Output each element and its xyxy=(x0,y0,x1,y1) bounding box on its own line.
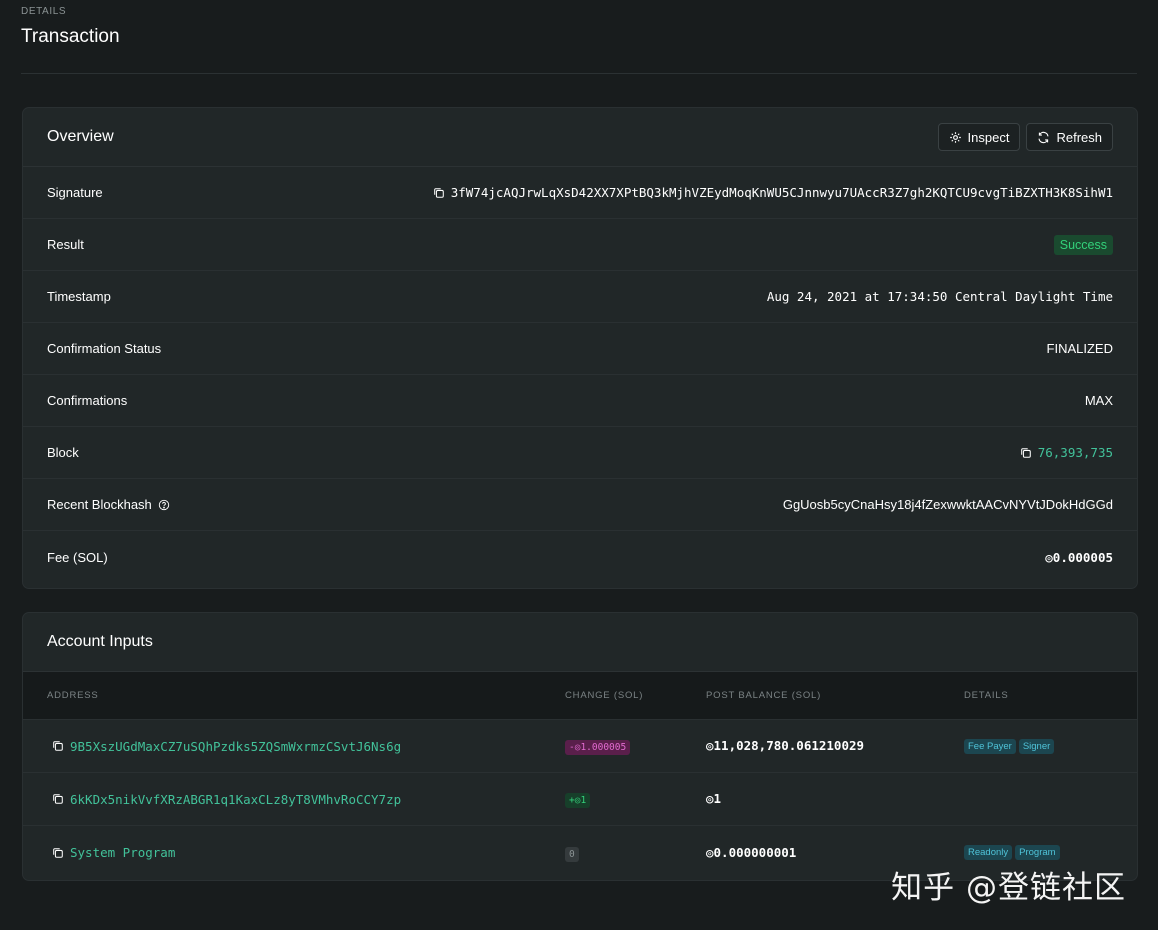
account-address-link[interactable]: 6kKDx5nikVvfXRzABGR1q1KaxCLz8yT8VMhvRoCC… xyxy=(70,792,401,807)
account-inputs-title: Account Inputs xyxy=(47,633,153,650)
fee-row: Fee (SOL) ◎0.000005 xyxy=(23,531,1137,583)
signature-label: Signature xyxy=(47,185,103,200)
copy-icon[interactable] xyxy=(1020,447,1032,459)
block-link[interactable]: 76,393,735 xyxy=(1038,445,1113,460)
fee-payer-tag: Fee Payer xyxy=(964,738,1016,754)
confirmations-value: MAX xyxy=(1084,393,1113,408)
refresh-button-label: Refresh xyxy=(1056,129,1102,145)
result-label: Result xyxy=(47,237,84,252)
gear-icon xyxy=(949,131,961,143)
recent-blockhash-value: GgUosb5cyCnaHsy18j4fZexwwktAACvNYVtJDokH… xyxy=(782,497,1113,512)
fee-value: ◎0.000005 xyxy=(1045,549,1113,565)
post-balance-value: ◎11,028,780.061210029 xyxy=(706,738,865,753)
table-row: 6kKDx5nikVvfXRzABGR1q1KaxCLz8yT8VMhvRoCC… xyxy=(23,773,1137,826)
page-pretitle: DETAILS xyxy=(21,6,67,17)
overview-card: Overview Inspect Refresh Signature 3fW74… xyxy=(22,107,1138,589)
account-inputs-header: Account Inputs xyxy=(23,613,1137,672)
confirmation-status-label: Confirmation Status xyxy=(47,341,162,356)
result-row: Result Success xyxy=(23,219,1137,271)
column-header-post-balance: POST BALANCE (SOL) xyxy=(706,690,822,701)
balance-change-badge: -◎1.000005 xyxy=(565,740,631,755)
column-header-details: DETAILS xyxy=(964,690,1009,701)
signer-tag: Signer xyxy=(1018,738,1055,754)
fee-label: Fee (SOL) xyxy=(47,549,108,565)
copy-icon[interactable] xyxy=(433,187,445,199)
confirmation-status-value: FINALIZED xyxy=(1046,341,1113,356)
refresh-icon xyxy=(1038,131,1050,143)
status-badge: Success xyxy=(1053,234,1113,255)
signature-row: Signature 3fW74jcAQJrwLqXsD42XX7XPtBQ3kM… xyxy=(23,167,1137,219)
timestamp-label: Timestamp xyxy=(47,289,111,304)
signature-value: 3fW74jcAQJrwLqXsD42XX7XPtBQ3kMjhVZEydMoq… xyxy=(450,185,1113,200)
copy-icon[interactable] xyxy=(52,847,64,859)
balance-change-badge: 0 xyxy=(565,846,579,862)
header-divider xyxy=(21,73,1137,74)
post-balance-value: ◎0.000000001 xyxy=(706,844,797,860)
balance-change-badge: +◎1 xyxy=(565,793,591,808)
overview-actions: Inspect Refresh xyxy=(937,123,1113,151)
recent-blockhash-label: Recent Blockhash xyxy=(47,497,152,512)
account-inputs-table-header: ADDRESS CHANGE (SOL) POST BALANCE (SOL) … xyxy=(23,672,1137,720)
overview-header: Overview Inspect Refresh xyxy=(23,108,1137,167)
overview-title: Overview xyxy=(47,128,114,145)
inspect-button-label: Inspect xyxy=(967,129,1010,145)
watermark: 知乎 @登链社区 xyxy=(891,870,1126,906)
account-address-link[interactable]: 9B5XszUGdMaxCZ7uSQhPzdks5ZQSmWxrmzCSvtJ6… xyxy=(70,739,401,754)
program-tag: Program xyxy=(1015,845,1060,860)
confirmations-label: Confirmations xyxy=(47,393,128,408)
inspect-button[interactable]: Inspect xyxy=(937,123,1021,151)
column-header-address: ADDRESS xyxy=(47,690,99,701)
confirmations-row: Confirmations MAX xyxy=(23,375,1137,427)
page-title: Transaction xyxy=(21,26,120,47)
confirmation-status-row: Confirmation Status FINALIZED xyxy=(23,323,1137,375)
timestamp-value: Aug 24, 2021 at 17:34:50 Central Dayligh… xyxy=(766,289,1113,304)
block-label: Block xyxy=(47,445,79,460)
recent-blockhash-row: Recent Blockhash GgUosb5cyCnaHsy18j4fZex… xyxy=(23,479,1137,531)
copy-icon[interactable] xyxy=(52,740,64,752)
column-header-change: CHANGE (SOL) xyxy=(565,690,644,701)
help-icon[interactable] xyxy=(158,499,170,511)
account-inputs-card: Account Inputs ADDRESS CHANGE (SOL) POST… xyxy=(22,612,1138,881)
readonly-tag: Readonly xyxy=(964,845,1013,860)
account-address-link[interactable]: System Program xyxy=(70,845,175,860)
timestamp-row: Timestamp Aug 24, 2021 at 17:34:50 Centr… xyxy=(23,271,1137,323)
block-row: Block 76,393,735 xyxy=(23,427,1137,479)
refresh-button[interactable]: Refresh xyxy=(1026,123,1113,151)
post-balance-value: ◎1 xyxy=(706,791,722,806)
table-row: 9B5XszUGdMaxCZ7uSQhPzdks5ZQSmWxrmzCSvtJ6… xyxy=(23,720,1137,773)
copy-icon[interactable] xyxy=(52,793,64,805)
